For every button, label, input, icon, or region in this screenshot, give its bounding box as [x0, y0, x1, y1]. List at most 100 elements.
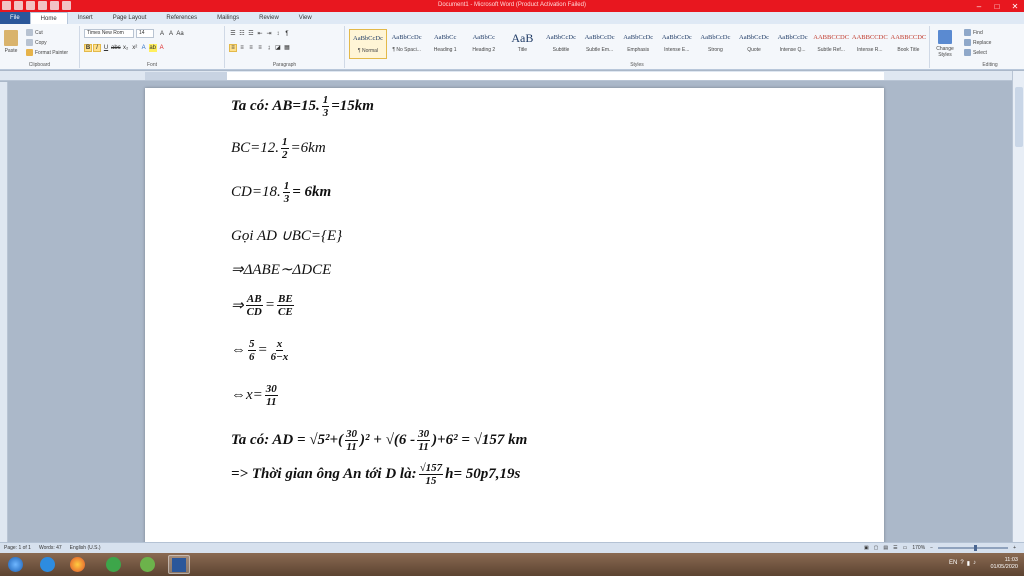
borders-icon[interactable]: ▦ [283, 44, 291, 52]
justify-icon[interactable]: ≡ [256, 44, 264, 52]
outline-icon[interactable]: ☰ [893, 545, 897, 551]
line-spacing-icon[interactable]: ↨ [265, 44, 273, 52]
sort-icon[interactable]: ↕ [274, 30, 282, 38]
style-name: Emphasis [627, 47, 650, 53]
grow-font-button[interactable]: A [158, 30, 166, 38]
zoom-slider[interactable] [938, 545, 1009, 551]
start-button[interactable] [4, 555, 26, 574]
tab-references[interactable]: References [156, 12, 207, 24]
highlight-button[interactable]: ab [148, 43, 157, 52]
web-layout-icon[interactable]: ▤ [883, 545, 888, 551]
shading-icon[interactable]: ◪ [274, 44, 282, 52]
clock[interactable]: 11:03 01/05/2020 [990, 557, 1018, 571]
style-item[interactable]: AaBbCcDc Strong [696, 29, 734, 59]
format-painter-button[interactable]: Format Painter [26, 49, 68, 56]
taskbar-firefox[interactable] [66, 555, 88, 574]
change-case-button[interactable]: Aa [176, 30, 184, 38]
style-name: Intense Q... [779, 47, 806, 53]
bold-button[interactable]: B [84, 43, 92, 52]
style-item[interactable]: AaBbCc Heading 2 [465, 29, 503, 59]
paste-button[interactable]: Paste [4, 30, 18, 54]
zoom-in-button[interactable]: + [1013, 545, 1016, 551]
word-count[interactable]: Words: 47 [39, 545, 62, 551]
select-button[interactable]: Select [964, 49, 987, 56]
align-center-icon[interactable]: ≡ [238, 44, 246, 52]
superscript-button[interactable]: x² [131, 44, 139, 52]
style-item[interactable]: AABBCCDC Subtle Ref... [812, 29, 850, 59]
decrease-indent-icon[interactable]: ⇤ [256, 30, 264, 38]
align-right-icon[interactable]: ≡ [247, 44, 255, 52]
document-page[interactable]: Ta có: AB=15. 13 =15km BC=12. 12 =6km CD… [145, 88, 884, 548]
tab-file[interactable]: File [0, 12, 30, 24]
network-icon[interactable]: ▮ [967, 560, 970, 567]
zoom-level[interactable]: 170% [912, 545, 925, 551]
tab-home[interactable]: Home [29, 12, 68, 24]
minimize-button[interactable]: – [970, 0, 988, 12]
style-name: Book Title [897, 47, 920, 53]
pilcrow-icon[interactable]: ¶ [283, 30, 291, 38]
style-item[interactable]: AaBbCc Heading 1 [426, 29, 464, 59]
increase-indent-icon[interactable]: ⇥ [265, 30, 273, 38]
fraction: BE CE [276, 293, 294, 318]
style-item[interactable]: AaBbCcDc Intense Q... [774, 29, 812, 59]
zoom-out-button[interactable]: − [930, 545, 933, 551]
volume-icon[interactable]: ♪ [973, 560, 976, 567]
style-item[interactable]: AaBbCcDc Intense E... [658, 29, 696, 59]
style-item[interactable]: AaBbCcDc ¶ Normal [349, 29, 387, 59]
numbering-icon[interactable]: ☷ [238, 30, 246, 38]
change-styles-button[interactable]: Change Styles [933, 30, 957, 58]
tab-mailings[interactable]: Mailings [207, 12, 249, 24]
tab-review[interactable]: Review [249, 12, 289, 24]
text-effects-button[interactable]: A [140, 44, 148, 52]
tab-insert[interactable]: Insert [68, 12, 103, 24]
print-layout-icon[interactable]: ▣ [864, 545, 869, 551]
full-screen-icon[interactable]: ▢ [874, 545, 879, 551]
align-left-icon[interactable]: ≡ [229, 43, 237, 52]
taskbar-ie[interactable] [36, 555, 58, 574]
fraction: 12 [281, 136, 289, 161]
style-item[interactable]: AaBbCcDc Quote [735, 29, 773, 59]
style-name: Title [517, 47, 528, 53]
vertical-ruler[interactable] [0, 82, 8, 542]
vertical-scrollbar[interactable] [1012, 71, 1024, 542]
style-name: Subtle Ref... [817, 47, 845, 53]
font-name-combo[interactable]: Times New Rom [84, 29, 134, 38]
language-indicator[interactable]: English (U.S.) [70, 545, 101, 551]
change-styles-icon [938, 30, 952, 44]
cut-button[interactable]: Cut [26, 29, 43, 36]
page-count[interactable]: Page: 1 of 1 [4, 545, 31, 551]
tab-page-layout[interactable]: Page Layout [103, 12, 157, 24]
doc-text: = 6km [292, 184, 332, 200]
scrollbar-thumb[interactable] [1015, 87, 1023, 147]
style-item[interactable]: AaBbCcDc Subtle Em... [581, 29, 619, 59]
maximize-button[interactable]: □ [988, 0, 1006, 12]
font-color-button[interactable]: A [158, 44, 166, 52]
style-item[interactable]: AABBCCDC Book Title [889, 29, 927, 59]
strikethrough-button[interactable]: abc [111, 44, 121, 52]
style-item[interactable]: AaB Title [503, 29, 541, 59]
shrink-font-button[interactable]: A [167, 30, 175, 38]
draft-icon[interactable]: ▭ [903, 545, 908, 551]
tab-view[interactable]: View [289, 12, 322, 24]
horizontal-ruler[interactable] [0, 71, 1024, 81]
bullets-icon[interactable]: ☰ [229, 30, 237, 38]
help-icon[interactable]: ? [960, 560, 963, 567]
style-item[interactable]: AaBbCcDc Subtitle [542, 29, 580, 59]
multilevel-list-icon[interactable]: ☲ [247, 30, 255, 38]
taskbar-word[interactable] [168, 555, 190, 574]
taskbar-app-1[interactable] [102, 555, 124, 574]
replace-button[interactable]: Replace [964, 39, 991, 46]
style-item[interactable]: AaBbCcDc Emphasis [619, 29, 657, 59]
italic-button[interactable]: I [93, 43, 101, 52]
underline-button[interactable]: U [102, 44, 110, 52]
close-button[interactable]: ✕ [1006, 0, 1024, 12]
zoom-slider-thumb[interactable] [974, 545, 978, 551]
style-item[interactable]: AaBbCcDc ¶ No Spaci... [388, 29, 426, 59]
font-size-combo[interactable]: 14 [136, 29, 154, 38]
taskbar-app-2[interactable] [136, 555, 158, 574]
style-item[interactable]: AABBCCDC Intense R... [851, 29, 889, 59]
input-language[interactable]: EN [949, 560, 957, 567]
copy-button[interactable]: Copy [26, 39, 47, 46]
find-button[interactable]: Find [964, 29, 983, 36]
subscript-button[interactable]: x₂ [122, 44, 130, 52]
